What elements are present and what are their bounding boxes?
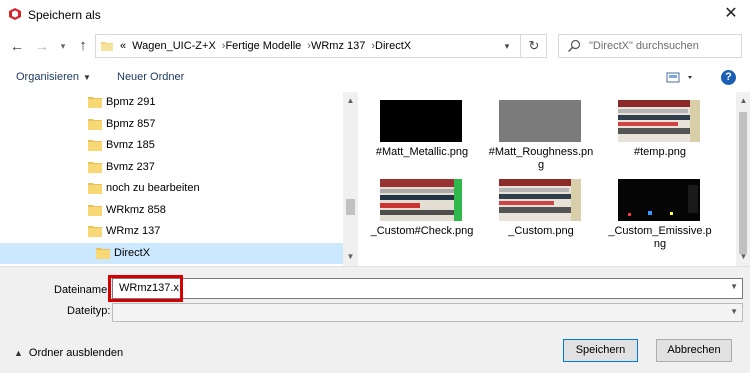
folder-icon (88, 97, 102, 108)
breadcrumb-overflow[interactable]: « (120, 40, 126, 52)
breadcrumb-part-fertige-modelle[interactable]: Fertige Modelle (225, 40, 301, 52)
folder-tree: Bpmz 291 Bpmz 857 Bvmz 185 Bvmz 237 noch… (0, 92, 343, 266)
tree-item-label: Bpmz 291 (106, 96, 156, 108)
file-thumbnail (499, 179, 581, 221)
file-item[interactable]: _Custom_Emissive.png (606, 179, 714, 264)
chevron-down-icon[interactable]: ▼ (730, 282, 738, 291)
window-title: Speichern als (28, 8, 101, 22)
tree-item-label: DirectX (114, 247, 151, 259)
file-name: #Matt_Metallic.png (375, 146, 469, 158)
tree-item[interactable]: WRmz 137 (0, 221, 343, 242)
tree-item-label: Bpmz 857 (106, 118, 156, 130)
back-arrow-icon[interactable]: ← (9, 37, 25, 55)
chevron-up-icon: ▲ (14, 348, 23, 358)
filename-field[interactable]: WRmz137.x ▼ (112, 278, 743, 299)
up-arrow-icon[interactable]: ↑ (75, 37, 91, 55)
file-item[interactable]: #temp.png (606, 100, 714, 180)
file-item[interactable]: _Custom#Check.png (368, 179, 476, 264)
file-list: #Matt_Metallic.png #Matt_Roughness.png #… (358, 92, 736, 266)
organize-label: Organisieren (16, 71, 79, 83)
hide-folders-label: Ordner ausblenden (28, 347, 124, 359)
folder-icon (88, 205, 102, 216)
breadcrumb-part-wrmz137[interactable]: WRmz 137 (311, 40, 365, 52)
tree-item-label: Bvmz 237 (106, 161, 155, 173)
folder-icon (88, 119, 102, 130)
address-bar[interactable]: «Wagen_UIC-Z+X ›Fertige Modelle ›WRmz 137 ›… (95, 34, 547, 58)
save-button[interactable]: Speichern (563, 339, 638, 362)
chevron-down-icon: ▼ (82, 73, 91, 82)
filetype-label: Dateityp: (67, 305, 111, 317)
save-panel: Dateiname: WRmz137.x ▼ Dateityp: ▼ ▲ Ordn… (0, 266, 750, 373)
folder-icon (88, 183, 102, 194)
tree-item[interactable]: Bvmz 237 (0, 157, 343, 178)
search-input[interactable]: "DirectX" durchsuchen (558, 34, 742, 58)
scroll-up-icon[interactable]: ▲ (343, 94, 358, 108)
help-icon[interactable]: ? (721, 70, 736, 85)
new-folder-button[interactable]: Neuer Ordner (117, 71, 184, 83)
file-list-scrollbar[interactable]: ▲ ▼ (736, 92, 750, 266)
file-thumbnail (499, 100, 581, 142)
tree-item-label: WRkmz 858 (106, 204, 166, 216)
view-options-icon[interactable] (666, 71, 696, 85)
tree-item-label: Bvmz 185 (106, 139, 155, 151)
scroll-down-icon[interactable]: ▼ (736, 250, 750, 264)
tree-item[interactable]: noch zu bearbeiten (0, 178, 343, 199)
scroll-up-icon[interactable]: ▲ (736, 94, 750, 108)
tree-item[interactable]: Bvmz 185 (0, 135, 343, 156)
file-name: #Matt_Roughness.png (488, 146, 594, 171)
tree-item-label: noch zu bearbeiten (106, 182, 200, 194)
filename-highlight-box (108, 275, 183, 302)
filename-label: Dateiname: (54, 284, 111, 296)
folder-icon (96, 248, 110, 259)
file-item[interactable]: #Matt_Roughness.png (487, 100, 595, 180)
file-thumbnail (618, 100, 700, 142)
folder-icon (88, 162, 102, 173)
tree-item-selected[interactable]: DirectX (0, 243, 343, 264)
folder-icon (88, 140, 102, 151)
search-placeholder: "DirectX" durchsuchen (589, 40, 699, 52)
file-thumbnail (618, 179, 700, 221)
scroll-down-icon[interactable]: ▼ (343, 250, 358, 264)
folder-tree-scrollbar[interactable]: ▲ ▼ (343, 92, 358, 266)
tree-item[interactable]: Bpmz 291 (0, 92, 343, 113)
tree-item[interactable]: Bpmz 857 (0, 114, 343, 135)
file-item[interactable]: _Custom.png (487, 179, 595, 264)
search-icon (568, 39, 581, 52)
breadcrumb-part-directx[interactable]: DirectX (375, 40, 411, 52)
forward-arrow-icon[interactable]: → (34, 37, 50, 55)
file-name: _Custom.png (508, 225, 574, 237)
cancel-button[interactable]: Abbrechen (656, 339, 732, 362)
scrollbar-thumb[interactable] (739, 112, 747, 254)
folder-icon (88, 226, 102, 237)
refresh-icon[interactable]: ↻ (520, 34, 547, 58)
file-thumbnail (380, 179, 462, 221)
title-bar: Speichern als ✕ (0, 0, 750, 30)
organize-menu[interactable]: Organisieren ▼ (16, 71, 91, 83)
breadcrumb: «Wagen_UIC-Z+X ›Fertige Modelle ›WRmz 137 ›… (120, 40, 411, 52)
folder-icon (101, 42, 113, 51)
command-bar: Organisieren ▼ Neuer Ordner ? (0, 62, 750, 92)
scrollbar-thumb[interactable] (346, 199, 355, 215)
file-thumbnail (380, 100, 462, 142)
breadcrumb-part-wagen[interactable]: Wagen_UIC-Z+X (132, 40, 216, 52)
file-name: _Custom#Check.png (370, 225, 474, 237)
close-button[interactable]: ✕ (720, 4, 742, 24)
tree-item[interactable]: WRkmz 858 (0, 200, 343, 221)
filetype-select[interactable]: ▼ (112, 303, 743, 322)
sketchup-app-icon (9, 8, 21, 20)
file-name: #temp.png (634, 146, 686, 158)
file-item[interactable]: #Matt_Metallic.png (368, 100, 476, 180)
hide-folders-toggle[interactable]: ▲ Ordner ausblenden (14, 347, 123, 359)
address-dropdown-chevron-icon[interactable]: ▾ (496, 34, 518, 58)
chevron-down-icon[interactable]: ▼ (730, 307, 738, 316)
recent-locations-chevron-icon[interactable]: ▾ (55, 37, 71, 55)
tree-item-label: WRmz 137 (106, 225, 161, 237)
file-name: _Custom_Emissive.png (608, 225, 712, 250)
